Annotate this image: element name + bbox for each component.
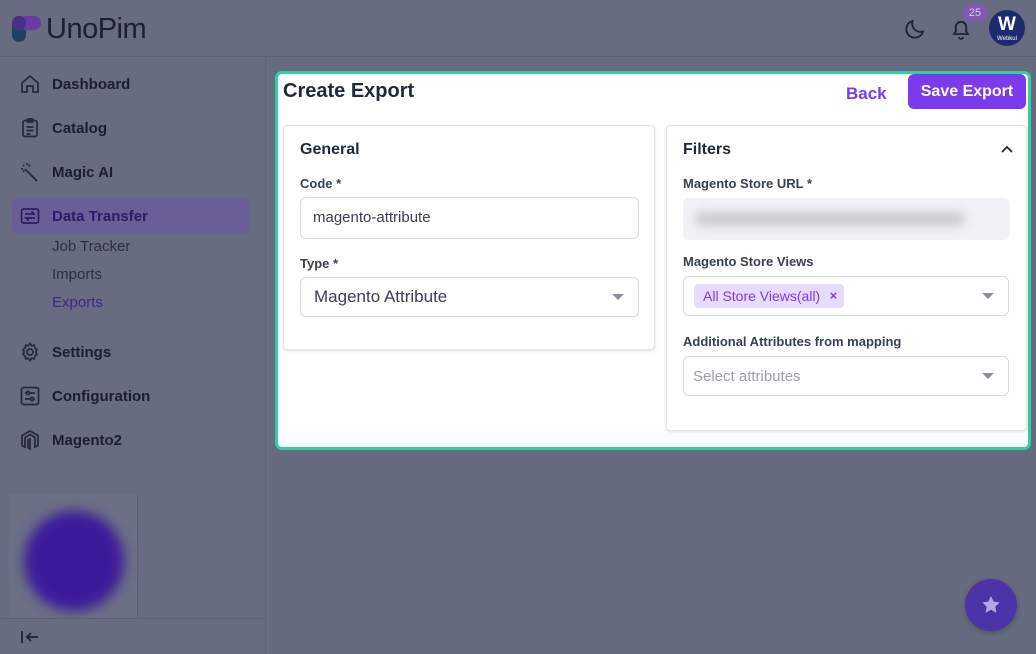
sidebar-item-label: Dashboard xyxy=(52,75,131,93)
user-avatar[interactable]: W Webkul xyxy=(989,10,1025,46)
sidebar-item-dashboard[interactable]: Dashboard xyxy=(12,66,250,102)
promo-image[interactable] xyxy=(9,494,138,618)
sidebar-subitem-job-tracker[interactable]: Job Tracker xyxy=(52,238,130,255)
home-icon xyxy=(21,74,39,93)
clipboard-icon xyxy=(22,118,38,138)
remove-tag-icon[interactable]: × xyxy=(830,284,838,308)
sidebar-item-catalog[interactable]: Catalog xyxy=(12,110,250,146)
filters-card: Filters Magento Store URL * Magento Stor… xyxy=(666,125,1027,431)
gear-icon xyxy=(21,342,39,362)
sidebar-item-label: Magento2 xyxy=(52,431,123,449)
sidebar-item-magic-ai[interactable]: Magic AI xyxy=(12,154,250,190)
magento-icon xyxy=(21,430,39,451)
avatar-initial: W xyxy=(998,14,1016,35)
additional-attributes-label: Additional Attributes from mapping xyxy=(683,334,902,349)
store-view-tag-label: All Store Views(all) xyxy=(703,288,821,304)
sidebar-item-label: Configuration xyxy=(52,387,151,405)
general-card: General Code * magento-attribute Type * … xyxy=(283,125,655,350)
store-url-input[interactable] xyxy=(683,198,1010,240)
app-name: UnoPim xyxy=(46,13,147,45)
chevron-down-icon xyxy=(982,373,994,379)
sidebar-item-label: Magic AI xyxy=(52,163,114,181)
app-logo[interactable]: UnoPim xyxy=(11,13,147,45)
avatar-caption: Webkul xyxy=(997,36,1017,42)
notification-count-badge: 25 xyxy=(962,4,988,22)
promo-graphic xyxy=(24,511,124,611)
code-input[interactable]: magento-attribute xyxy=(300,197,639,239)
unopim-logo-icon xyxy=(12,16,41,42)
magic-wand-icon xyxy=(21,163,38,182)
type-label: Type * xyxy=(300,256,339,271)
additional-attributes-placeholder: Select attributes xyxy=(693,368,801,385)
redacted-url xyxy=(695,212,965,226)
back-button[interactable]: Back xyxy=(846,84,887,104)
sidebar-item-configuration[interactable]: Configuration xyxy=(12,378,250,414)
sidebar-item-magento2[interactable]: Magento2 xyxy=(12,422,250,458)
sidebar-subitem-imports[interactable]: Imports xyxy=(52,266,102,283)
type-select[interactable]: Magento Attribute xyxy=(300,277,639,317)
sidebar-item-label: Catalog xyxy=(52,119,108,137)
sidebar-item-label: Data Transfer xyxy=(52,207,148,225)
page-title: Create Export xyxy=(283,80,415,102)
save-export-button[interactable]: Save Export xyxy=(908,74,1026,109)
store-views-select[interactable]: All Store Views(all) × xyxy=(683,276,1009,316)
store-url-label: Magento Store URL * xyxy=(683,176,813,191)
general-card-title: General xyxy=(300,141,360,158)
chevron-down-icon xyxy=(982,293,994,299)
sidebar-item-data-transfer[interactable]: Data Transfer xyxy=(12,198,250,234)
collapse-sidebar-icon[interactable] xyxy=(20,629,40,645)
sidebar-item-label: Settings xyxy=(52,343,112,361)
dark-mode-moon-icon[interactable] xyxy=(903,17,927,41)
top-header: UnoPim 25 W Webkul xyxy=(0,0,1036,57)
star-icon xyxy=(982,596,1000,613)
sidebar-subitem-exports[interactable]: Exports xyxy=(52,294,103,311)
sidebar-footer xyxy=(0,618,266,654)
chevron-down-icon xyxy=(612,294,624,300)
store-view-tag: All Store Views(all) × xyxy=(694,284,845,308)
type-select-value: Magento Attribute xyxy=(314,287,448,306)
collapse-chevron-up-icon[interactable] xyxy=(1000,144,1014,154)
additional-attributes-select[interactable]: Select attributes xyxy=(683,356,1009,396)
filters-card-title: Filters xyxy=(683,141,732,158)
create-export-panel: Create Export Back Save Export General C… xyxy=(275,71,1031,450)
sidebar-item-settings[interactable]: Settings xyxy=(12,334,250,370)
data-transfer-icon xyxy=(20,208,40,224)
sidebar: Dashboard Catalog Magic AI Data Transfer… xyxy=(0,57,266,654)
code-label: Code * xyxy=(300,176,342,191)
favorite-fab-button[interactable] xyxy=(965,579,1017,631)
sliders-icon xyxy=(20,386,40,406)
store-views-label: Magento Store Views xyxy=(683,254,814,269)
